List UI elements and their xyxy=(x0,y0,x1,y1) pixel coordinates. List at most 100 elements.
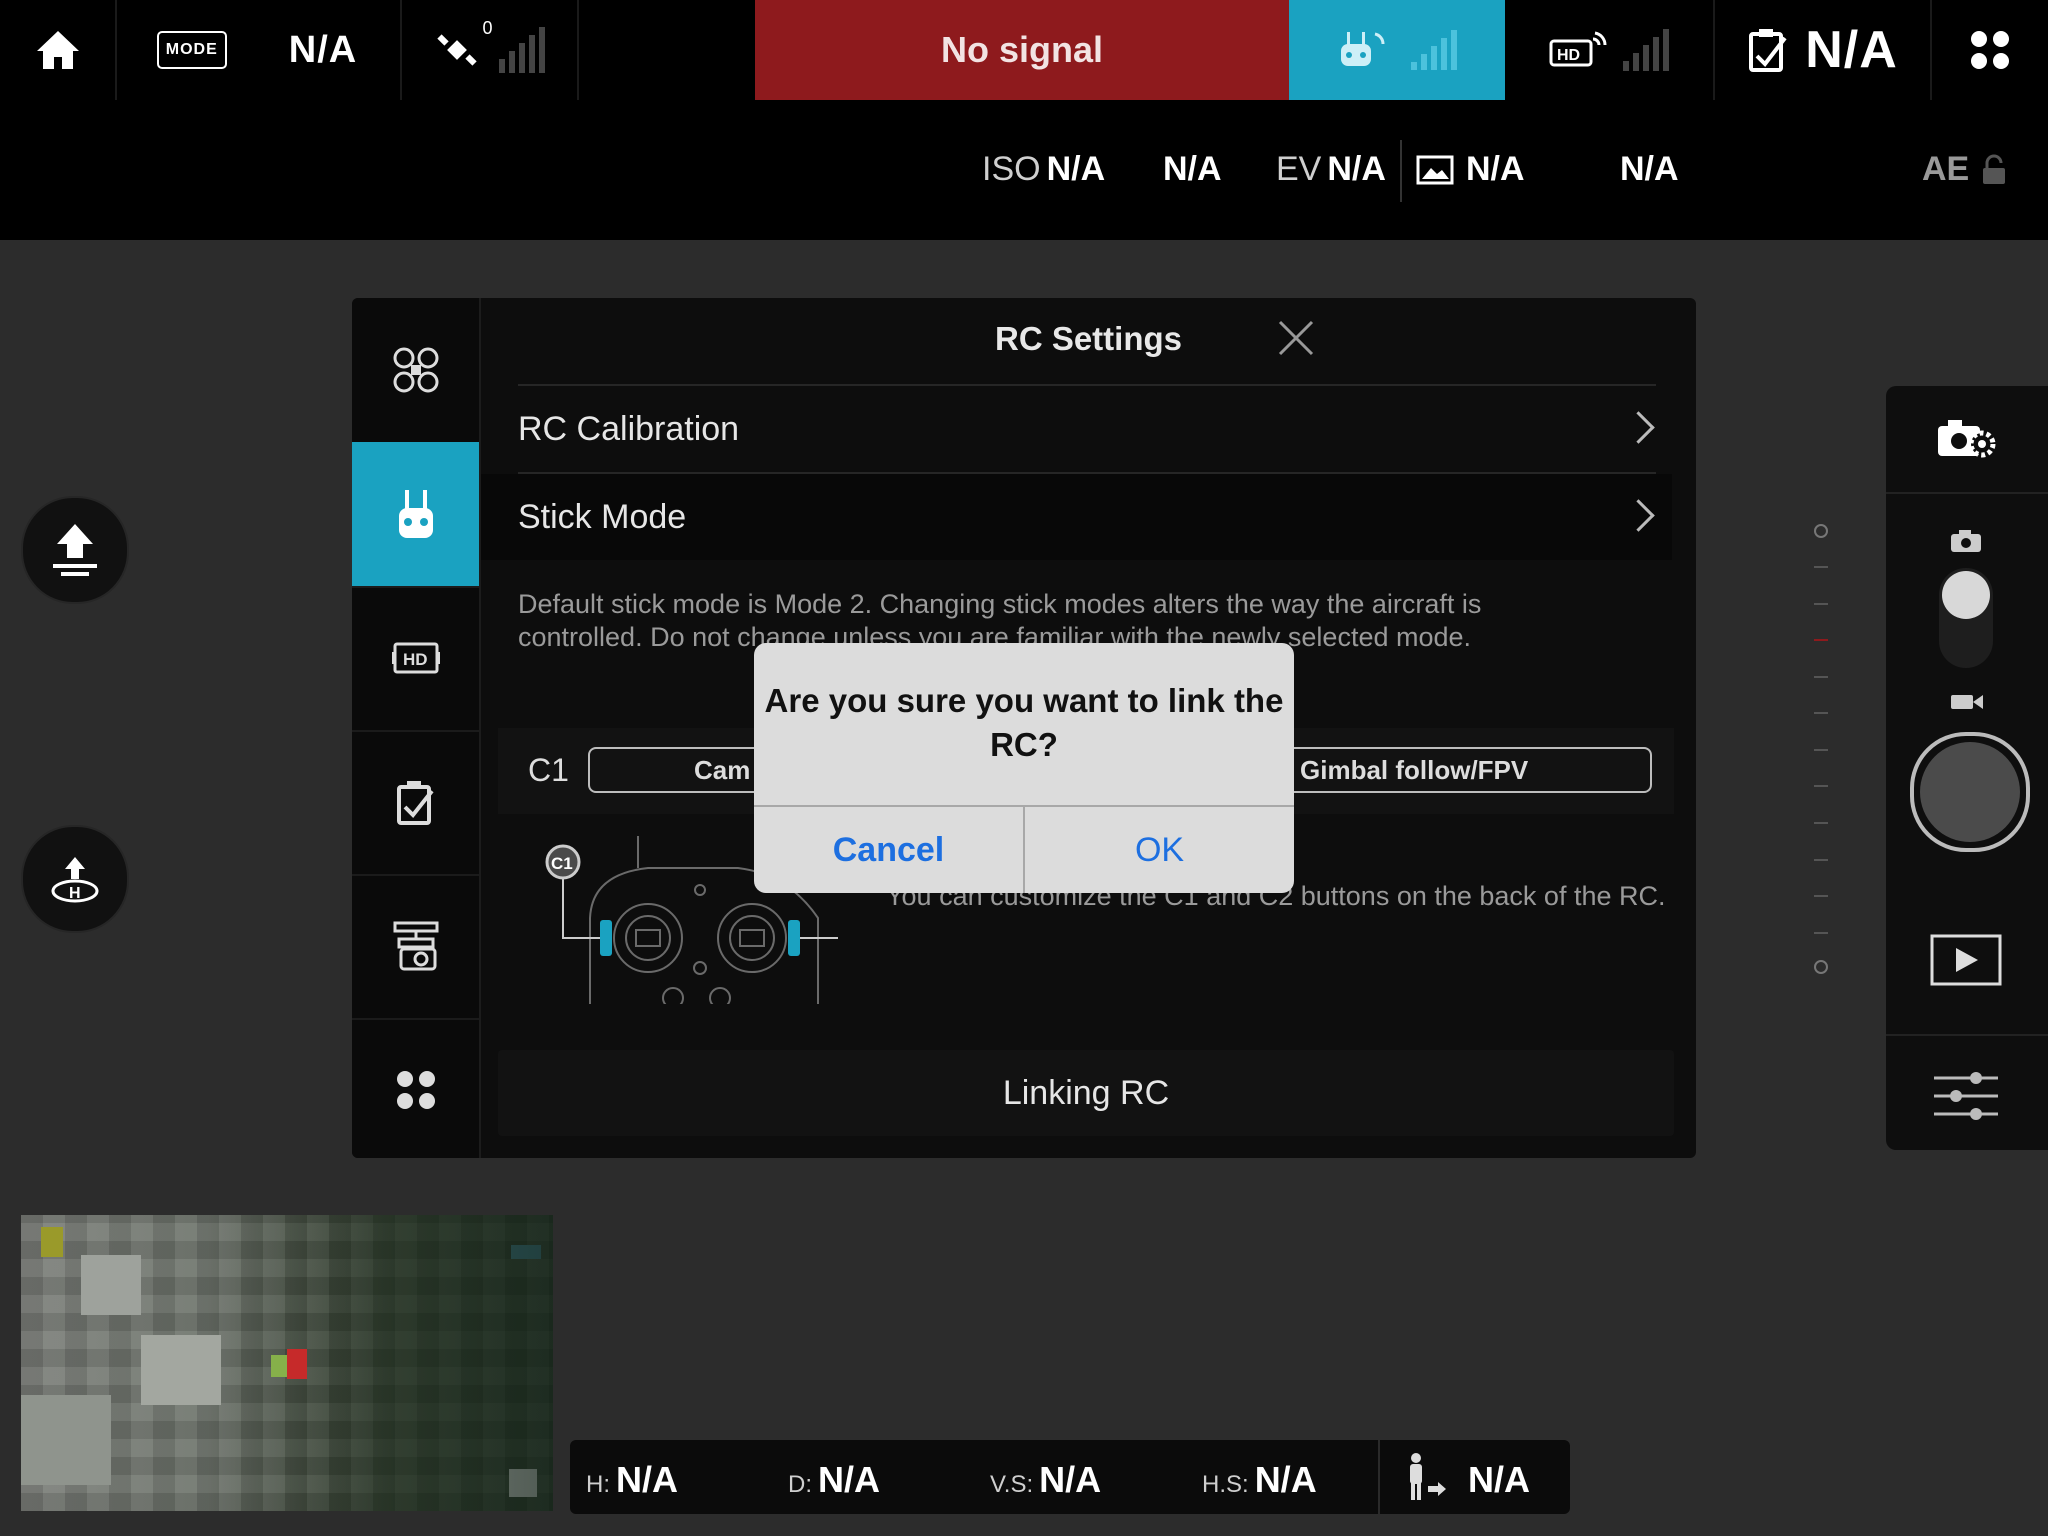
telemetry-divider xyxy=(1378,1440,1380,1514)
hd-signal-bars xyxy=(1619,29,1669,71)
svg-text:HD: HD xyxy=(1557,47,1580,64)
flight-mode-value: N/A xyxy=(288,28,358,71)
horizontal-speed-label: H.S: xyxy=(1202,1471,1249,1498)
camera-settings-button[interactable] xyxy=(1886,386,2048,492)
cancel-button[interactable]: Cancel xyxy=(754,807,1023,893)
signal-status-banner[interactable]: No signal xyxy=(755,0,1289,100)
link-rc-label: Linking RC xyxy=(1002,1073,1170,1112)
close-icon xyxy=(1278,320,1314,356)
ok-button[interactable]: OK xyxy=(1025,807,1294,893)
photo-video-toggle[interactable] xyxy=(1939,568,1993,668)
scale-tick xyxy=(1814,676,1828,678)
scale-tick xyxy=(1814,712,1828,714)
lock-icon xyxy=(1983,154,2006,184)
c1-label: C1 xyxy=(528,752,569,788)
photo-format-icon xyxy=(1416,155,1454,184)
toggle-knob xyxy=(1942,571,1990,619)
param-divider xyxy=(1400,140,1402,202)
distance-value: N/A xyxy=(818,1459,880,1500)
photo-format-param[interactable]: N/A xyxy=(1416,150,1525,189)
mode-badge: MODE xyxy=(156,31,227,69)
gimbal-icon xyxy=(393,921,438,971)
battery-status[interactable]: N/A xyxy=(1715,0,1930,100)
grid-menu-icon xyxy=(1971,31,2009,69)
aircraft-icon xyxy=(393,347,438,393)
sidebar-item-rc[interactable] xyxy=(352,442,479,588)
height-readout: H: N/A xyxy=(586,1459,678,1501)
c1-option-gimbal[interactable]: Gimbal follow/FPV xyxy=(1240,747,1652,793)
scale-top-dot xyxy=(1814,524,1828,538)
sidebar-item-hd[interactable]: HD xyxy=(352,586,479,732)
height-label: H: xyxy=(586,1471,610,1498)
return-home-icon: H xyxy=(51,857,99,903)
scale-tick xyxy=(1814,749,1828,751)
sidebar-item-battery[interactable] xyxy=(352,730,479,876)
map-shade xyxy=(21,1215,553,1511)
flight-mode[interactable]: MODE N/A xyxy=(117,0,397,100)
scale-tick xyxy=(1814,859,1828,861)
sidebar-item-gimbal[interactable] xyxy=(352,874,479,1020)
iso-param[interactable]: ISO N/A xyxy=(982,150,1105,189)
camera-sliders-button[interactable] xyxy=(1930,1066,2002,1126)
svg-text:H: H xyxy=(69,885,81,902)
battery-icon xyxy=(1749,29,1787,72)
sliders-icon xyxy=(1934,1072,1998,1120)
shutter-value: N/A xyxy=(1163,150,1222,188)
rc-signal-status[interactable] xyxy=(1289,0,1505,100)
scale-tick xyxy=(1814,822,1828,824)
rc-calibration-row[interactable]: RC Calibration xyxy=(481,386,1672,472)
satellite-count: 0 xyxy=(482,17,493,38)
ev-param[interactable]: EV N/A xyxy=(1276,150,1386,189)
signal-status-text: No signal xyxy=(940,29,1104,70)
link-rc-button[interactable]: Linking RC xyxy=(498,1050,1674,1136)
mini-map[interactable] xyxy=(21,1215,553,1511)
scale-bottom-dot xyxy=(1814,960,1828,974)
horizontal-speed-readout: H.S: N/A xyxy=(1202,1459,1317,1501)
remaining-param[interactable]: N/A xyxy=(1620,150,1679,189)
stick-mode-label: Stick Mode xyxy=(518,497,687,536)
return-home-button[interactable]: H xyxy=(21,825,129,933)
chevron-right-icon xyxy=(1622,499,1655,532)
scale-tick xyxy=(1814,603,1828,605)
gps-status[interactable]: 0 xyxy=(402,0,577,100)
shutter-param[interactable]: N/A xyxy=(1163,150,1222,189)
scale-tick-current xyxy=(1814,639,1828,641)
sidebar-item-general[interactable] xyxy=(352,1018,479,1158)
more-menu-button[interactable] xyxy=(1932,0,2048,100)
more-icon xyxy=(396,1071,435,1109)
camera-control-panel xyxy=(1886,386,2048,1150)
ae-lock[interactable]: AE xyxy=(1922,150,2007,189)
c1-option-gimbal-label: Gimbal follow/FPV xyxy=(1300,754,1529,785)
chevron-right-icon xyxy=(1622,411,1655,444)
playback-button[interactable] xyxy=(1930,934,2002,986)
checklist-icon xyxy=(396,781,434,825)
gps-signal-bars xyxy=(495,27,545,73)
height-value: N/A xyxy=(616,1459,678,1500)
vertical-speed-value: N/A xyxy=(1039,1459,1102,1500)
home-button[interactable] xyxy=(0,0,115,100)
settings-sidebar: HD xyxy=(352,298,481,1158)
takeoff-button[interactable] xyxy=(21,496,129,604)
shutter-button[interactable] xyxy=(1910,732,2030,852)
distance-label: D: xyxy=(788,1471,812,1498)
playback-icon xyxy=(1930,934,2002,986)
hd-icon: HD xyxy=(391,642,440,674)
shutter-button-inner xyxy=(1920,742,2020,842)
scale-tick xyxy=(1814,785,1828,787)
top-status-bar: MODE N/A 0 No signal HD N/A xyxy=(0,0,2048,100)
hd-signal-status[interactable]: HD xyxy=(1505,0,1713,100)
rc-calibration-label: RC Calibration xyxy=(518,409,740,448)
vertical-speed-readout: V.S: N/A xyxy=(990,1459,1101,1501)
ev-label: EV xyxy=(1276,150,1322,188)
rc-signal-bars xyxy=(1407,30,1457,70)
vertical-speed-label: V.S: xyxy=(990,1471,1034,1498)
stick-mode-row[interactable]: Stick Mode xyxy=(481,474,1672,560)
close-button[interactable] xyxy=(1276,318,1316,358)
settings-title: RC Settings xyxy=(994,320,1182,357)
iso-value: N/A xyxy=(1046,150,1106,188)
remote-controller-icon xyxy=(398,490,433,538)
sidebar-item-aircraft[interactable] xyxy=(352,298,479,444)
remaining-value: N/A xyxy=(1620,150,1679,188)
cancel-label: Cancel xyxy=(832,830,945,869)
alert-message: Are you sure you want to link the RC? xyxy=(764,682,1284,763)
